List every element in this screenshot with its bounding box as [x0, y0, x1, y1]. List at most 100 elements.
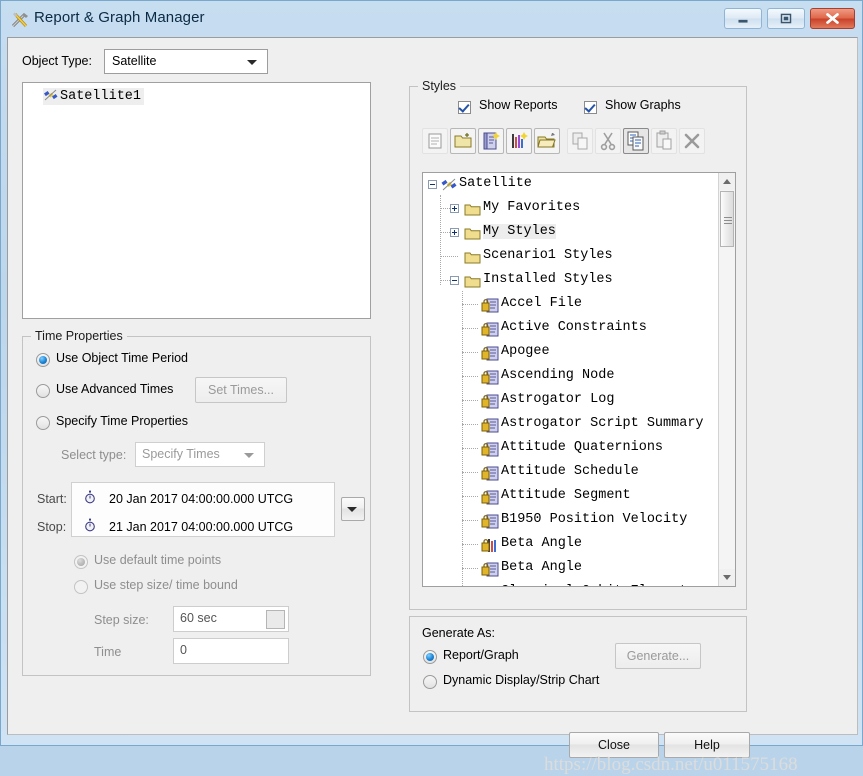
tree-guide — [462, 568, 478, 569]
report-style-icon — [481, 393, 499, 409]
scrollbar-thumb[interactable] — [720, 191, 734, 247]
label-dynamic-display: Dynamic Display/Strip Chart — [443, 673, 600, 687]
radio-report-graph[interactable] — [423, 650, 437, 664]
object-type-label: Object Type: — [22, 54, 92, 68]
collapse-toggle-icon[interactable] — [428, 180, 437, 189]
scroll-up-button[interactable] — [719, 173, 735, 190]
report-style-icon — [481, 465, 499, 481]
report-style-icon — [481, 297, 499, 313]
radio-use-advanced-times[interactable] — [36, 384, 50, 398]
generate-as-title: Generate As: — [422, 626, 495, 640]
expand-toggle-icon[interactable] — [450, 204, 459, 213]
radio-dynamic-display[interactable] — [423, 675, 437, 689]
report-style-icon — [481, 369, 499, 385]
list-item-satellite1[interactable]: Satellite1 — [43, 88, 145, 105]
title-bar[interactable]: Report & Graph Manager — [1, 1, 863, 37]
tree-guide — [462, 472, 478, 473]
new-report-style-icon[interactable] — [422, 128, 448, 154]
radio-use-object-time-period[interactable] — [36, 353, 50, 367]
clock-icon — [84, 490, 96, 507]
time-input[interactable]: 0 — [173, 638, 289, 664]
satellite-icon — [441, 177, 458, 193]
open-folder-icon[interactable] — [534, 128, 560, 154]
minimize-button[interactable] — [724, 8, 762, 29]
styles-tree[interactable]: Satellite My Favorites My Styles Scenari… — [422, 172, 736, 587]
label-use-advanced-times: Use Advanced Times — [56, 382, 174, 396]
label-use-default-time-points: Use default time points — [94, 553, 222, 567]
dialog-client-area: Object Type: Satellite Satellite1 Time P… — [7, 37, 858, 775]
tree-guide — [440, 208, 450, 209]
tree-guide — [462, 352, 478, 353]
label-specify-time-properties: Specify Time Properties — [56, 414, 188, 428]
tree-item-label: Ascending Node — [501, 368, 615, 383]
report-graph-manager-window: Report & Graph Manager Object Type: Sate… — [0, 0, 863, 775]
cut-icon[interactable] — [595, 128, 621, 154]
folder-icon — [464, 274, 481, 288]
report-style-icon — [481, 321, 499, 337]
object-list[interactable]: Satellite1 — [22, 82, 371, 319]
tree-item-label: Beta Angle — [501, 536, 583, 551]
tree-guide — [462, 496, 478, 497]
radio-use-step-size[interactable] — [74, 580, 88, 594]
step-size-value: 60 sec — [180, 611, 217, 625]
tree-item-label: Installed Styles — [483, 272, 613, 287]
duplicate-icon[interactable] — [567, 128, 593, 154]
tree-item-label: Beta Angle — [501, 560, 583, 575]
expand-toggle-icon[interactable] — [450, 228, 459, 237]
generate-button[interactable]: Generate... — [615, 643, 701, 669]
tree-guide — [462, 304, 478, 305]
tree-guide — [462, 520, 478, 521]
collapse-toggle-icon[interactable] — [450, 276, 459, 285]
tree-scrollbar[interactable] — [718, 173, 735, 586]
time-range-dropdown-button[interactable] — [341, 497, 365, 521]
select-type-dropdown[interactable]: Specify Times — [135, 442, 265, 467]
select-type-label: Select type: — [61, 448, 127, 462]
satellite-icon — [43, 88, 59, 103]
clock-icon — [84, 518, 96, 535]
set-times-label: Set Times... — [208, 383, 274, 397]
tree-guide — [440, 232, 450, 233]
tree-guide — [462, 376, 478, 377]
folder-icon — [464, 226, 481, 240]
label-use-step-size: Use step size/ time bound — [94, 578, 238, 592]
object-item-label: Satellite1 — [60, 89, 142, 104]
tools-icon — [10, 10, 30, 30]
radio-specify-time-properties[interactable] — [36, 416, 50, 430]
tree-item-label: Active Constraints — [501, 320, 647, 335]
scroll-down-button[interactable] — [719, 569, 735, 586]
tree-guide — [462, 328, 478, 329]
tree-item-label: My Favorites — [483, 200, 581, 215]
step-size-input[interactable]: 60 sec — [173, 606, 289, 632]
label-report-graph: Report/Graph — [443, 648, 519, 662]
label-show-graphs: Show Graphs — [605, 98, 681, 112]
close-window-button[interactable] — [810, 8, 855, 29]
step-size-spinner[interactable] — [266, 610, 285, 629]
tree-guide — [462, 424, 478, 425]
set-times-button[interactable]: Set Times... — [195, 377, 287, 403]
paste-icon[interactable] — [651, 128, 677, 154]
tree-item-label: Attitude Quaternions — [501, 440, 664, 455]
new-graph-icon[interactable] — [506, 128, 532, 154]
checkbox-show-reports[interactable] — [458, 101, 471, 114]
tree-guide — [462, 544, 478, 545]
tree-item-label: Satellite — [459, 176, 532, 191]
new-report-icon[interactable] — [478, 128, 504, 154]
new-folder-icon[interactable] — [450, 128, 476, 154]
label-show-reports: Show Reports — [479, 98, 558, 112]
delete-icon[interactable] — [679, 128, 705, 154]
object-type-value: Satellite — [112, 54, 157, 68]
select-type-value: Specify Times — [142, 447, 220, 461]
radio-use-default-time-points[interactable] — [74, 555, 88, 569]
time-properties-title: Time Properties — [31, 329, 127, 343]
tree-item-label: My Styles — [483, 224, 556, 239]
tree-item-label: Astrogator Script Summary — [501, 416, 704, 431]
maximize-button[interactable] — [767, 8, 805, 29]
generate-as-group: Generate As: Report/Graph Dynamic Displa… — [409, 616, 747, 712]
object-type-dropdown[interactable]: Satellite — [104, 49, 268, 74]
styles-title: Styles — [418, 79, 461, 93]
checkbox-show-graphs[interactable] — [584, 101, 597, 114]
step-size-label: Step size: — [94, 613, 149, 627]
copy-icon[interactable] — [623, 128, 649, 154]
report-style-icon — [481, 513, 499, 529]
label-use-object-time-period: Use Object Time Period — [56, 351, 188, 365]
